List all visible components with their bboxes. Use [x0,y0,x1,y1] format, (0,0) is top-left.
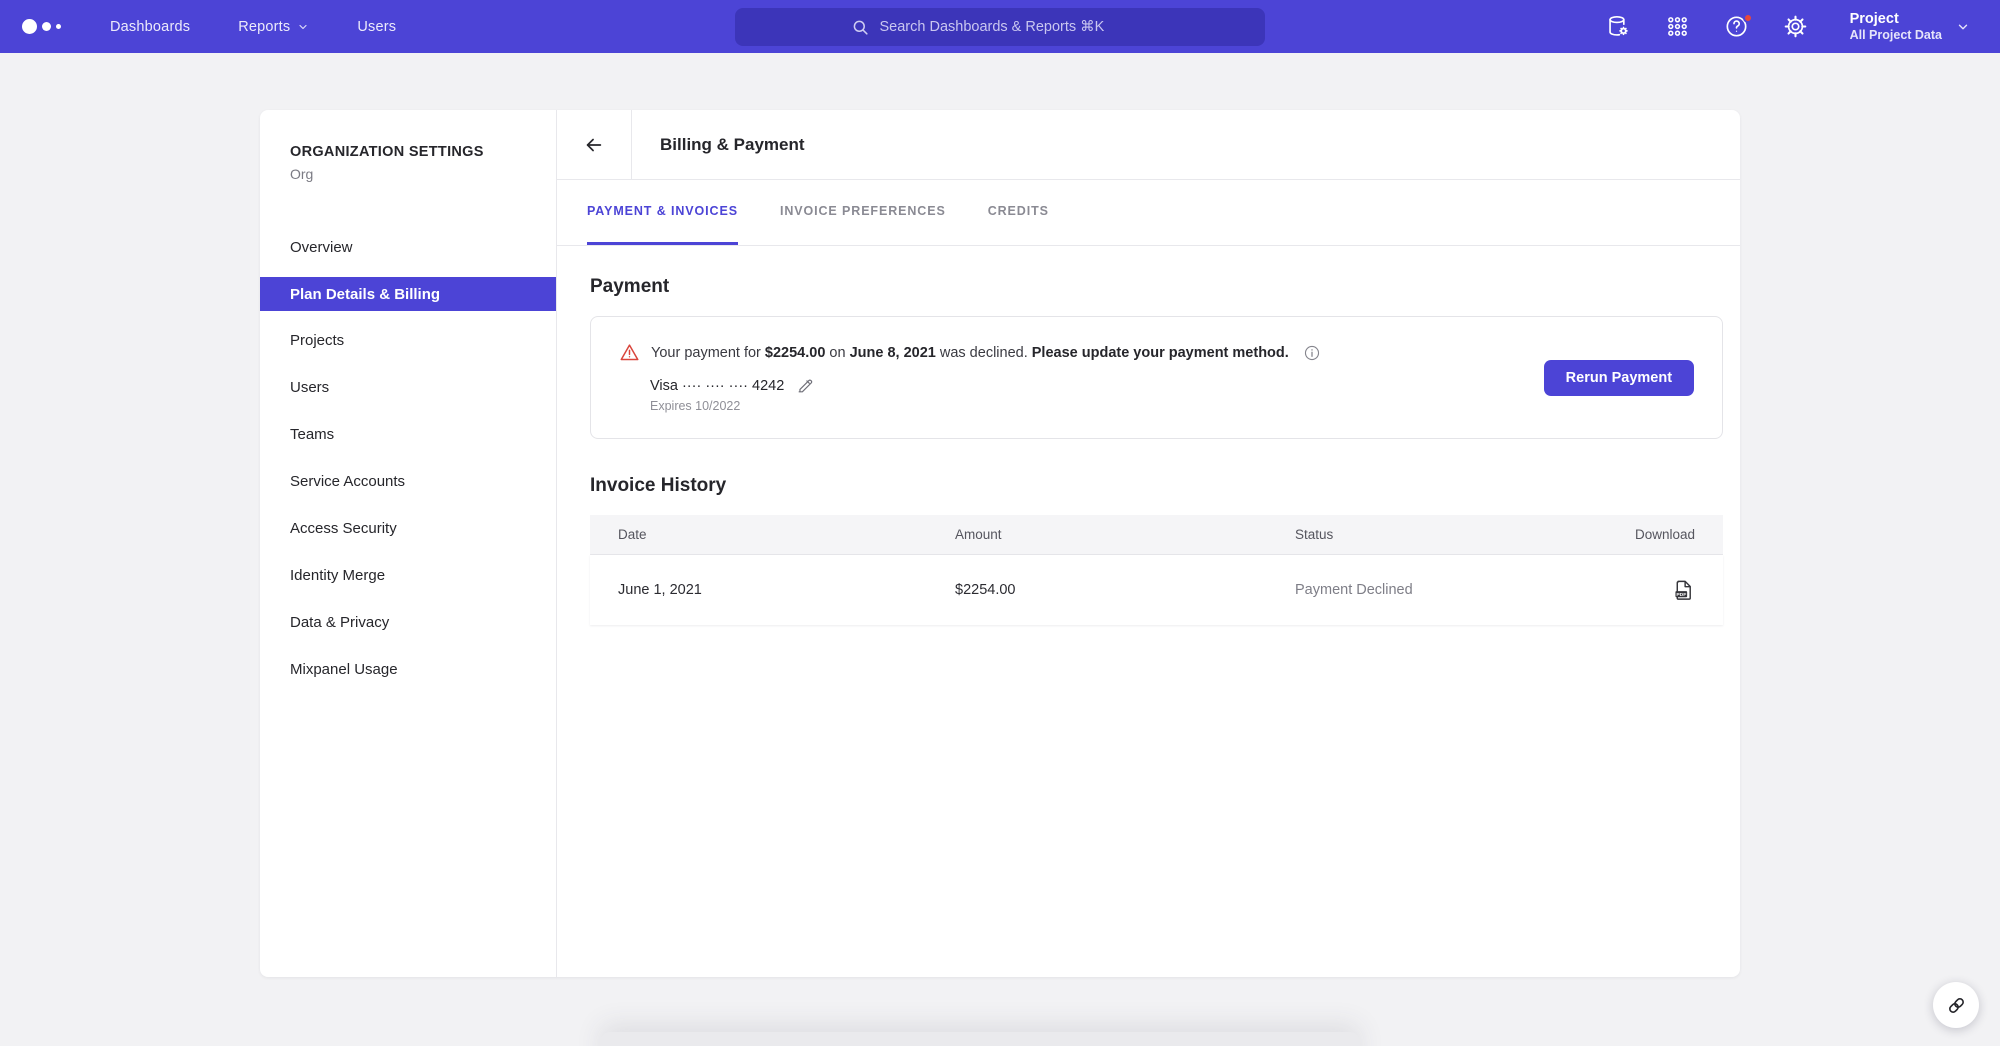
bottom-peek-card [600,1032,1360,1046]
global-search[interactable] [735,8,1265,46]
warning-icon [619,342,640,363]
page-header: Billing & Payment [557,110,1740,180]
info-icon[interactable] [1303,344,1321,362]
invoice-status: Payment Declined [1295,582,1635,598]
page-title: Billing & Payment [632,110,805,179]
app-root: Dashboards Reports Users [0,0,2000,1046]
column-download: Download [1635,527,1695,542]
sidebar-item-users[interactable]: Users [260,364,556,411]
sidebar-item-teams[interactable]: Teams [260,411,556,458]
payment-method: Visa ···· ···· ···· 4242 [650,376,1321,395]
payment-declined-alert: Your payment for $2254.00 on June 8, 202… [619,342,1321,363]
back-button[interactable] [557,110,632,179]
sidebar-item-plan-details-billing[interactable]: Plan Details & Billing [260,277,556,311]
search-input[interactable] [880,19,1150,35]
nav-right-cluster: Project All Project Data [1606,0,1970,53]
nav-item-reports[interactable]: Reports [238,19,309,35]
column-amount: Amount [955,527,1295,542]
nav-item-label: Reports [238,19,290,35]
card-expiry: Expires 10/2022 [650,399,1321,413]
rerun-payment-button[interactable]: Rerun Payment [1544,360,1694,396]
svg-text:PDF: PDF [1676,591,1686,597]
org-name: Org [290,166,526,182]
chevron-down-icon [1956,20,1970,34]
logo-dot [56,24,61,29]
download-pdf-icon[interactable]: PDF [1672,579,1695,602]
payment-card: Your payment for $2254.00 on June 8, 202… [590,316,1723,439]
logo-dot [22,19,37,34]
sidebar-item-access-security[interactable]: Access Security [260,505,556,552]
invoice-amount: $2254.00 [955,582,1295,598]
column-status: Status [1295,527,1635,542]
invoice-date: June 1, 2021 [618,582,955,598]
project-switcher[interactable]: Project All Project Data [1850,10,1970,44]
column-date: Date [618,527,955,542]
mixpanel-logo[interactable] [22,19,74,34]
search-icon [851,18,870,37]
invoice-history-heading: Invoice History [590,475,1723,497]
alert-text: Your payment for $2254.00 on June 8, 202… [651,345,1289,361]
sidebar-item-mixpanel-usage[interactable]: Mixpanel Usage [260,646,556,693]
tab-invoice-preferences[interactable]: INVOICE PREFERENCES [780,180,946,245]
billing-content: Payment Your payment for $2254.00 on Jun… [557,246,1740,625]
tab-credits[interactable]: CREDITS [988,180,1049,245]
share-link-fab[interactable] [1933,982,1979,1028]
nav-item-users[interactable]: Users [357,19,396,35]
tab-payment-invoices[interactable]: PAYMENT & INVOICES [587,180,738,245]
sidebar-title: ORGANIZATION SETTINGS [290,144,526,160]
sidebar-item-service-accounts[interactable]: Service Accounts [260,458,556,505]
notification-badge [1743,13,1753,23]
nav-menu: Dashboards Reports Users [110,19,396,35]
card-number: Visa ···· ···· ···· 4242 [650,378,784,394]
project-text: Project All Project Data [1850,10,1942,44]
project-value: All Project Data [1850,28,1942,44]
data-management-icon[interactable] [1606,14,1632,40]
invoice-download-cell: PDF [1635,579,1695,602]
invoice-table: Date Amount Status Download June 1, 2021… [590,515,1723,625]
project-label: Project [1850,10,1942,28]
org-settings-sidebar: ORGANIZATION SETTINGS Org Overview Plan … [260,110,557,977]
invoice-row: June 1, 2021 $2254.00 Payment Declined P… [590,555,1723,625]
sidebar-item-identity-merge[interactable]: Identity Merge [260,552,556,599]
nav-item-label: Users [357,19,396,35]
nav-item-label: Dashboards [110,19,190,35]
billing-tabs: PAYMENT & INVOICES INVOICE PREFERENCES C… [557,180,1740,246]
edit-payment-icon[interactable] [796,376,815,395]
sidebar-menu: Overview Plan Details & Billing Projects… [260,224,556,693]
payment-heading: Payment [590,276,1723,298]
sidebar-item-projects[interactable]: Projects [260,317,556,364]
link-icon [1945,994,1968,1017]
sidebar-item-overview[interactable]: Overview [260,224,556,271]
settings-panel: ORGANIZATION SETTINGS Org Overview Plan … [260,110,1740,977]
nav-item-dashboards[interactable]: Dashboards [110,19,190,35]
sidebar-item-data-privacy[interactable]: Data & Privacy [260,599,556,646]
payment-card-left: Your payment for $2254.00 on June 8, 202… [619,342,1321,413]
help-icon[interactable] [1724,14,1750,40]
billing-main: Billing & Payment PAYMENT & INVOICES INV… [557,110,1740,977]
apps-grid-icon[interactable] [1665,14,1691,40]
settings-gear-icon[interactable] [1783,14,1809,40]
logo-dot [42,22,51,31]
top-nav: Dashboards Reports Users [0,0,2000,53]
chevron-down-icon [297,21,309,33]
invoice-table-header: Date Amount Status Download [590,515,1723,555]
